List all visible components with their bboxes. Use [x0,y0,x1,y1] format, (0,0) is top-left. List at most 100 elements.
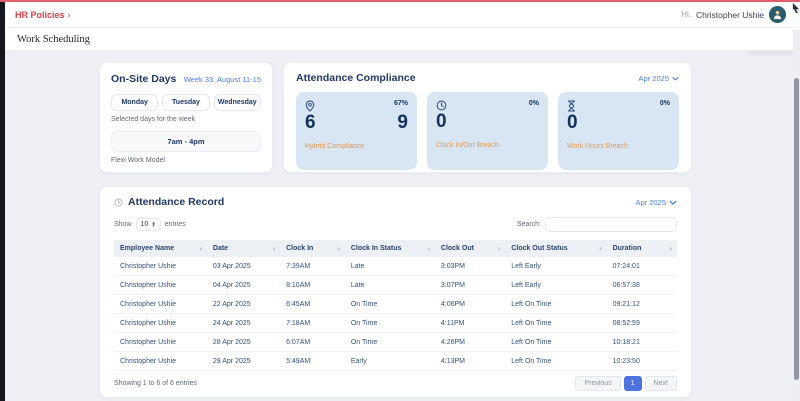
select-arrows-icon: ▲▼ [151,222,155,227]
greeting-label: Hi, [681,10,691,19]
table-row: Christopher Ushie29 Apr 20255:49AMEarly4… [114,352,677,371]
table-cell: 04 Apr 2025 [207,276,280,295]
table-cell: Christopher Ushie [114,314,207,333]
sort-icon: ▲▼ [337,247,341,251]
sort-icon: ▲▼ [497,247,501,251]
avatar[interactable] [769,6,786,23]
tile-secondary-value: 9 [397,113,408,132]
tile-value: 0 [436,112,447,131]
column-header-clock-in[interactable]: Clock In▲▼ [280,240,345,257]
table-cell: Late [345,257,435,276]
day-pill-tuesday[interactable]: Tuesday [162,94,209,111]
compliance-period-label: Apr 2025 [639,74,669,83]
collapsed-sidebar-strip [0,0,5,401]
clock-breach-tile: 0% 0 Clock In/Out Breach [427,92,548,170]
table-cell: 29 Apr 2025 [207,352,280,371]
record-period-label: Apr 2025 [636,198,666,207]
table-cell: 4:13PM [435,352,505,371]
top-accent-line [0,0,800,2]
table-cell: On Time [345,333,435,352]
show-label: Show [114,221,132,228]
chevron-down-icon [672,76,679,81]
tile-value: 6 [305,113,316,132]
mouse-cursor-icon [792,3,800,13]
table-cell: 24 Apr 2025 [207,314,280,333]
breadcrumb[interactable]: HR Policies› [15,10,71,20]
table-cell: 5:49AM [280,352,345,371]
table-row: Christopher Ushie28 Apr 20256:07AMOn Tim… [114,333,677,352]
location-pin-icon [305,100,315,112]
table-cell: Late [345,276,435,295]
day-pill-monday[interactable]: Monday [111,94,158,111]
chevron-right-icon: › [68,10,71,20]
hourglass-icon [567,100,576,112]
page-title: Work Scheduling [17,34,90,45]
compliance-period-dropdown[interactable]: Apr 2025 [639,74,679,83]
table-row: Christopher Ushie22 Apr 20256:45AMOn Tim… [114,295,677,314]
week-label: Week 33: August 11-15 [184,75,261,84]
table-cell: 4:11PM [435,314,505,333]
compliance-card-title: Attendance Compliance [296,72,416,84]
sort-icon: ▲▼ [272,247,276,251]
day-pill-wednesday[interactable]: Wednesday [214,94,261,111]
table-cell: 3:07PM [435,276,505,295]
column-header-employee-name[interactable]: Employee Name▲▼ [114,240,207,257]
table-cell: Left Early [505,276,606,295]
table-cell: 6:45AM [280,295,345,314]
column-header-clock-out[interactable]: Clock Out▲▼ [435,240,505,257]
scrollbar-track[interactable] [793,30,800,401]
table-cell: Left On Time [505,333,606,352]
onsite-days-card: On-Site Days Week 33: August 11-15 Monda… [99,62,273,173]
table-cell: Early [345,352,435,371]
breadcrumb-label: HR Policies [15,10,65,20]
search-input[interactable] [545,217,677,232]
tile-label: Hybrid Compliance [305,143,408,150]
sort-icon: ▲▼ [199,247,203,251]
tile-percent: 0% [529,100,539,107]
table-header-row: Employee Name▲▼ Date▲▼ Clock In▲▼ Clock … [114,240,677,257]
table-cell: 10:23:50 [607,352,677,371]
record-card-title: Attendance Record [128,196,224,208]
table-cell: 7:18AM [280,314,345,333]
table-cell: Christopher Ushie [114,257,207,276]
column-header-clock-in-status[interactable]: Clock In Status▲▼ [345,240,435,257]
person-icon [772,9,783,20]
sort-icon: ▲▼ [599,247,603,251]
previous-page-button[interactable]: Previous [575,376,620,391]
table-cell: 28 Apr 2025 [207,333,280,352]
column-header-clock-out-status[interactable]: Clock Out Status▲▼ [505,240,606,257]
search-label: Search: [517,221,541,228]
table-cell: 22 Apr 2025 [207,295,280,314]
user-menu[interactable]: Hi, Christopher Ushie [681,6,786,23]
attendance-compliance-card: Attendance Compliance Apr 2025 67% 6 [283,62,692,173]
main-content: On-Site Days Week 33: August 11-15 Monda… [99,62,692,398]
sort-icon: ▲▼ [427,247,431,251]
column-header-duration[interactable]: Duration▲▼ [607,240,677,257]
pagination: Previous 1 Next [575,376,677,391]
tile-percent: 67% [394,100,408,107]
user-name: Christopher Ushie [696,10,764,20]
table-cell: Christopher Ushie [114,276,207,295]
entries-summary: Showing 1 to 6 of 6 entries [114,380,197,387]
page-1-button[interactable]: 1 [624,376,642,391]
next-page-button[interactable]: Next [645,376,677,391]
column-header-date[interactable]: Date▲▼ [207,240,280,257]
chevron-down-icon [669,200,677,205]
table-cell: Left Early [505,257,606,276]
table-cell: 09:21:12 [607,295,677,314]
page-title-bar: Work Scheduling [5,28,800,51]
record-period-dropdown[interactable]: Apr 2025 [636,198,677,207]
page-size-select[interactable]: 10 ▲▼ [136,218,161,231]
tile-percent: 0% [660,100,670,107]
table-cell: 03 Apr 2025 [207,257,280,276]
table-cell: 07:24:01 [607,257,677,276]
table-row: Christopher Ushie04 Apr 20258:10AMLate3:… [114,276,677,295]
page-size-value: 10 [141,221,149,228]
time-range-button[interactable]: 7am - 4pm [111,131,261,152]
table-cell: Left On Time [505,295,606,314]
tile-label: Work Hours Breach [567,143,670,150]
attendance-table-body: Christopher Ushie03 Apr 20257:39AMLate3:… [114,257,677,371]
entries-label: entries [165,221,186,228]
onsite-card-title: On-Site Days [111,73,176,85]
scrollbar-thumb[interactable] [794,78,799,380]
